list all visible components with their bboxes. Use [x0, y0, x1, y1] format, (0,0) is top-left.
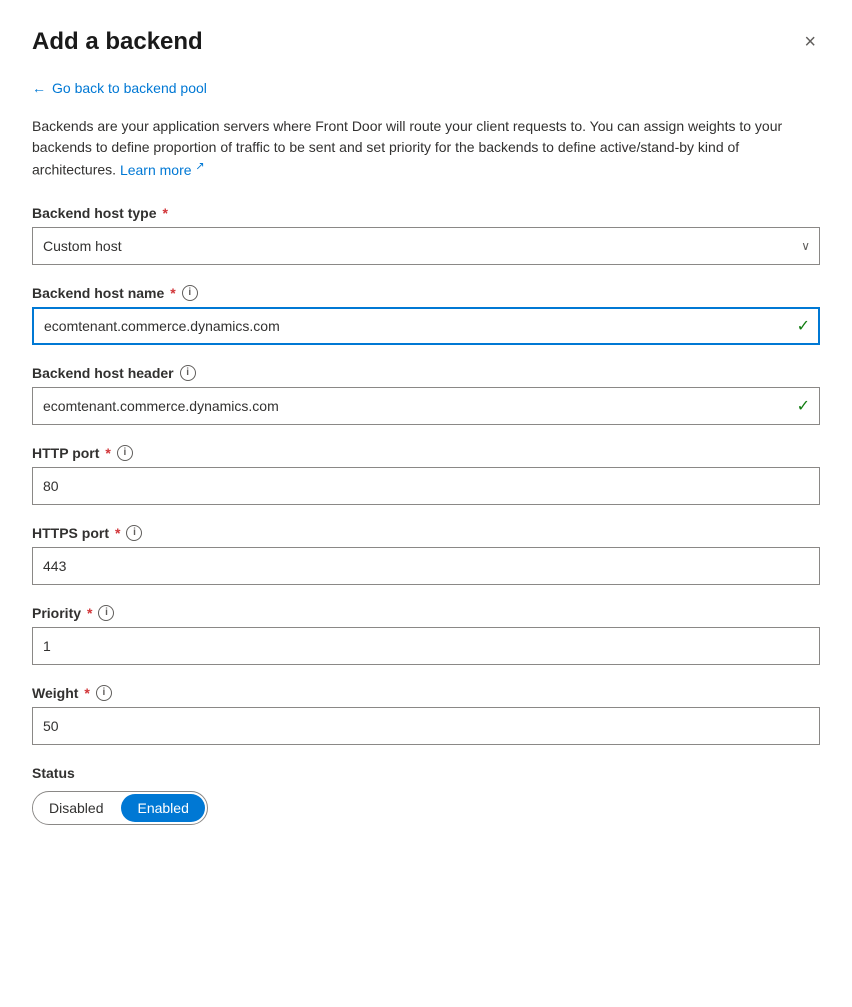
- backend-host-header-group: Backend host header i ✓: [32, 365, 820, 425]
- backend-host-type-group: Backend host type * Custom host App serv…: [32, 205, 820, 265]
- weight-input[interactable]: [32, 707, 820, 745]
- valid-check-icon-host-name: ✓: [797, 316, 810, 336]
- https-port-input[interactable]: [32, 547, 820, 585]
- backend-host-header-input-wrapper: ✓: [32, 387, 820, 425]
- backend-host-name-group: Backend host name * i ✓: [32, 285, 820, 345]
- toggle-enabled-option[interactable]: Enabled: [121, 794, 204, 822]
- info-icon-host-header: i: [180, 365, 196, 381]
- info-icon-http-port: i: [117, 445, 133, 461]
- https-port-group: HTTPS port * i: [32, 525, 820, 585]
- status-label: Status: [32, 765, 820, 781]
- external-link-icon: ↗: [195, 160, 204, 172]
- priority-group: Priority * i: [32, 605, 820, 665]
- https-port-label: HTTPS port * i: [32, 525, 820, 541]
- http-port-group: HTTP port * i: [32, 445, 820, 505]
- backend-host-header-input[interactable]: [32, 387, 820, 425]
- http-port-input[interactable]: [32, 467, 820, 505]
- info-icon-weight: i: [96, 685, 112, 701]
- priority-input[interactable]: [32, 627, 820, 665]
- backend-host-type-select[interactable]: Custom host App service Cloud service St…: [32, 227, 820, 265]
- backend-host-name-label: Backend host name * i: [32, 285, 820, 301]
- weight-input-wrapper: [32, 707, 820, 745]
- status-toggle[interactable]: Disabled Enabled: [32, 791, 208, 825]
- required-star: *: [162, 205, 167, 221]
- add-backend-panel: Add a backend × ← Go back to backend poo…: [0, 0, 852, 1007]
- info-icon-https-port: i: [126, 525, 142, 541]
- learn-more-link[interactable]: Learn more ↗: [120, 162, 205, 178]
- required-star-priority: *: [87, 605, 92, 621]
- priority-label: Priority * i: [32, 605, 820, 621]
- toggle-disabled-option[interactable]: Disabled: [33, 794, 119, 822]
- weight-group: Weight * i: [32, 685, 820, 745]
- back-arrow-icon: ←: [32, 80, 46, 96]
- backend-host-name-input-wrapper: ✓: [32, 307, 820, 345]
- info-icon-host-name: i: [182, 285, 198, 301]
- priority-input-wrapper: [32, 627, 820, 665]
- backend-host-name-input[interactable]: [32, 307, 820, 345]
- http-port-label: HTTP port * i: [32, 445, 820, 461]
- backend-host-type-select-wrapper: Custom host App service Cloud service St…: [32, 227, 820, 265]
- required-star-weight: *: [84, 685, 89, 701]
- required-star-https: *: [115, 525, 120, 541]
- https-port-input-wrapper: [32, 547, 820, 585]
- required-star-host-name: *: [170, 285, 175, 301]
- weight-label: Weight * i: [32, 685, 820, 701]
- required-star-http: *: [105, 445, 110, 461]
- back-link-text: Go back to backend pool: [52, 80, 207, 96]
- panel-header: Add a backend ×: [32, 28, 820, 56]
- close-button[interactable]: ×: [800, 28, 820, 56]
- backend-host-header-label: Backend host header i: [32, 365, 820, 381]
- description-text: Backends are your application servers wh…: [32, 116, 820, 181]
- valid-check-icon-host-header: ✓: [797, 396, 810, 416]
- status-group: Status Disabled Enabled: [32, 765, 820, 825]
- back-link[interactable]: ← Go back to backend pool: [32, 80, 820, 96]
- panel-title: Add a backend: [32, 28, 203, 56]
- backend-host-type-label: Backend host type *: [32, 205, 820, 221]
- info-icon-priority: i: [98, 605, 114, 621]
- http-port-input-wrapper: [32, 467, 820, 505]
